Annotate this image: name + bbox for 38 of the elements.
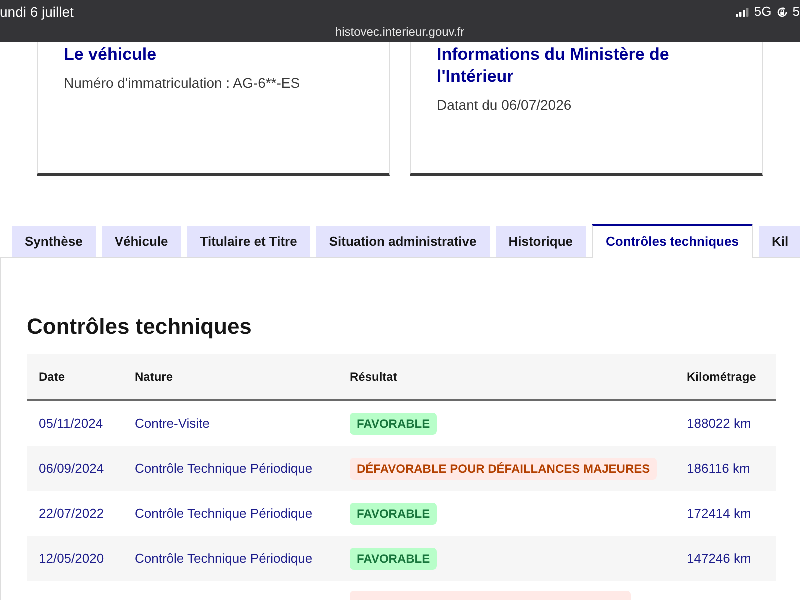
status-date: undi 6 juillet — [0, 3, 74, 21]
tab[interactable]: Véhicule — [102, 226, 182, 257]
table-cell: Contrôle Technique Périodique — [135, 550, 313, 566]
tab[interactable]: Kil — [758, 226, 800, 257]
card-text: Numéro d'immatriculation : AG-6**-ES — [64, 74, 302, 93]
card-text: Datant du 06/07/2026 — [437, 96, 573, 115]
tab[interactable]: Historique — [496, 226, 586, 257]
table-cell: 12/05/2020 — [39, 550, 104, 566]
table-cell: 147246 km — [687, 550, 752, 566]
result-badge: FAVORABLE — [350, 502, 438, 524]
result-badge: FAVORABLE — [350, 548, 438, 570]
table-cell: 05/11/2024 — [39, 416, 104, 430]
column-header: Kilométrage — [686, 368, 758, 386]
signal-icon — [736, 8, 750, 16]
card-title: Le véhicule — [64, 44, 158, 66]
battery-percent: 5 — [792, 4, 800, 20]
url-address[interactable]: histovec.interieur.gouv.fr — [335, 24, 465, 40]
table-cell: 172414 km — [687, 506, 752, 520]
card-title: Informations du Ministère de l'Intérieur — [437, 44, 670, 88]
column-header: Nature — [134, 368, 174, 386]
column-header: Date — [38, 368, 66, 386]
rotation-lock-icon — [776, 6, 788, 18]
section-title: Contrôles techniques — [27, 313, 253, 341]
result-badge: FAVORABLE — [350, 412, 438, 434]
table-cell: 06/09/2024 — [39, 460, 104, 476]
tab[interactable]: Contrôles techniques — [592, 224, 753, 258]
tab[interactable]: Titulaire et Titre — [187, 226, 310, 257]
table-cell: 186116 km — [687, 460, 750, 476]
tab[interactable]: Situation administrative — [316, 226, 490, 257]
result-badge: DÉFAVORABLE POUR DÉFAILLANCES MAJEURES — [350, 458, 658, 480]
column-header: Résultat — [349, 368, 398, 386]
table-cell: Contre-Visite — [135, 416, 210, 430]
table-cell: 188022 km — [687, 416, 752, 430]
table-cell: Contrôle Technique Périodique — [135, 506, 313, 520]
table-cell: Contrôle Technique Périodique — [135, 460, 313, 476]
tab[interactable]: Synthèse — [12, 226, 96, 257]
network-label: 5G — [754, 4, 772, 20]
table-cell: 22/07/2022 — [39, 506, 104, 520]
